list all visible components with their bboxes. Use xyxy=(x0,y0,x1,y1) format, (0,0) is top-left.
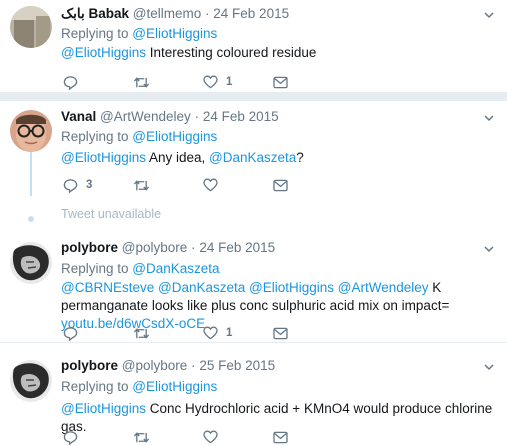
user-handle[interactable]: @polybore xyxy=(122,358,188,373)
retweet-button[interactable] xyxy=(133,74,158,90)
like-button[interactable]: 1 xyxy=(203,74,232,90)
replying-to: Replying to @EliotHiggins xyxy=(61,129,217,145)
replying-to-label: Replying to xyxy=(61,129,133,144)
tweet-actions xyxy=(63,429,323,445)
display-name[interactable]: بابک Babak xyxy=(61,6,129,21)
separator-dot: · xyxy=(205,6,210,21)
reply-button[interactable] xyxy=(63,74,86,90)
chevron-down-icon[interactable] xyxy=(483,9,495,21)
replying-to-link[interactable]: @EliotHiggins xyxy=(132,379,217,394)
replying-to-label: Replying to xyxy=(61,26,133,41)
tweet-link[interactable]: @DanKaszeta xyxy=(158,280,245,295)
conversation-divider xyxy=(0,92,507,101)
reply-icon xyxy=(63,178,78,193)
replying-to-link[interactable]: @EliotHiggins xyxy=(132,129,217,144)
heart-icon xyxy=(203,178,218,192)
retweet-button[interactable] xyxy=(133,177,158,193)
replying-to-label: Replying to xyxy=(61,261,133,276)
tweet-actions: 1 xyxy=(63,325,323,341)
like-button[interactable]: 1 xyxy=(203,325,232,341)
tweet-text: @EliotHiggins Interesting coloured resid… xyxy=(61,44,501,62)
chevron-down-icon[interactable] xyxy=(483,243,495,255)
tweet-link[interactable]: @EliotHiggins xyxy=(61,150,146,165)
separator-dot: · xyxy=(191,240,196,255)
replying-to: Replying to @EliotHiggins xyxy=(61,379,217,395)
tweet-link[interactable]: @DanKaszeta xyxy=(209,150,296,165)
avatar[interactable] xyxy=(10,360,52,402)
tweet-text-segment: Any idea, xyxy=(146,150,210,165)
heart-icon xyxy=(203,326,218,340)
display-name[interactable]: polybore xyxy=(61,240,118,255)
direct-message-button[interactable] xyxy=(273,74,288,90)
avatar[interactable] xyxy=(10,242,52,284)
tweet-header: Vanal @ArtWendeley · 24 Feb 2015 xyxy=(61,109,279,125)
retweet-button[interactable] xyxy=(133,429,158,445)
tweet-actions: 1 xyxy=(63,74,323,90)
avatar[interactable] xyxy=(10,6,52,48)
separator-dot: · xyxy=(191,358,196,373)
envelope-icon xyxy=(273,179,288,191)
replying-to-label: Replying to xyxy=(61,379,133,394)
reply-icon xyxy=(63,326,78,341)
retweet-button[interactable] xyxy=(133,325,158,341)
direct-message-button[interactable] xyxy=(273,429,288,445)
tweet-link[interactable]: @CBRNEsteve xyxy=(61,280,154,295)
tweet-text-segment: ? xyxy=(296,150,304,165)
reply-icon xyxy=(63,75,78,90)
tweet-link[interactable]: @EliotHiggins xyxy=(61,45,146,60)
display-name[interactable]: polybore xyxy=(61,358,118,373)
tweet-actions: 3 xyxy=(63,177,323,193)
thread-connector-dot xyxy=(28,216,34,222)
heart-icon xyxy=(203,75,218,89)
replying-to: Replying to @DanKaszeta xyxy=(61,261,220,277)
reply-button[interactable]: 3 xyxy=(63,177,92,193)
direct-message-button[interactable] xyxy=(273,325,288,341)
user-handle[interactable]: @tellmemo xyxy=(133,6,201,21)
chevron-down-icon[interactable] xyxy=(483,361,495,373)
tweet[interactable]: بابک Babak @tellmemo · 24 Feb 2015 Reply… xyxy=(0,0,507,92)
tweet-header: polybore @polybore · 24 Feb 2015 xyxy=(61,240,275,256)
retweet-icon xyxy=(133,179,150,191)
replying-to-link[interactable]: @DanKaszeta xyxy=(132,261,219,276)
tweet-text: @EliotHiggins Any idea, @DanKaszeta? xyxy=(61,149,501,167)
tweet-header: polybore @polybore · 25 Feb 2015 xyxy=(61,358,275,374)
reply-button[interactable] xyxy=(63,429,86,445)
tweet-link[interactable]: @EliotHiggins xyxy=(61,401,146,416)
separator-dot: · xyxy=(194,109,200,124)
tweet[interactable]: polybore @polybore · 24 Feb 2015 Replyin… xyxy=(0,236,507,343)
envelope-icon xyxy=(273,327,288,339)
tweet-date[interactable]: 25 Feb 2015 xyxy=(199,358,275,373)
tweet-date[interactable]: 24 Feb 2015 xyxy=(203,109,279,124)
retweet-icon xyxy=(133,76,150,88)
tweet-date[interactable]: 24 Feb 2015 xyxy=(199,240,275,255)
tweet-text-segment: Interesting coloured residue xyxy=(146,45,317,60)
display-name[interactable]: Vanal xyxy=(61,109,96,124)
thread-line xyxy=(30,152,32,196)
envelope-icon xyxy=(273,431,288,443)
tweet-unavailable: Tweet unavailable xyxy=(61,207,162,221)
like-count: 1 xyxy=(226,76,233,88)
replying-to: Replying to @EliotHiggins xyxy=(61,26,217,42)
like-button[interactable] xyxy=(203,177,226,193)
tweet[interactable]: polybore @polybore · 25 Feb 2015 Replyin… xyxy=(0,343,507,446)
reply-icon xyxy=(63,430,78,445)
tweet-header: بابک Babak @tellmemo · 24 Feb 2015 xyxy=(61,6,289,22)
tweet-link[interactable]: @ArtWendeley xyxy=(338,280,429,295)
avatar[interactable] xyxy=(10,110,52,152)
retweet-icon xyxy=(133,327,150,339)
reply-button[interactable] xyxy=(63,325,86,341)
retweet-icon xyxy=(133,431,150,443)
tweet-date[interactable]: 24 Feb 2015 xyxy=(213,6,289,21)
chevron-down-icon[interactable] xyxy=(483,112,495,124)
tweet-link[interactable]: @EliotHiggins xyxy=(249,280,334,295)
envelope-icon xyxy=(273,76,288,88)
replying-to-link[interactable]: @EliotHiggins xyxy=(132,26,217,41)
heart-icon xyxy=(203,430,218,444)
direct-message-button[interactable] xyxy=(273,177,288,193)
like-button[interactable] xyxy=(203,429,226,445)
reply-count: 3 xyxy=(86,179,93,191)
like-count: 1 xyxy=(226,327,233,339)
user-handle[interactable]: @ArtWendeley xyxy=(100,109,191,124)
user-handle[interactable]: @polybore xyxy=(122,240,188,255)
